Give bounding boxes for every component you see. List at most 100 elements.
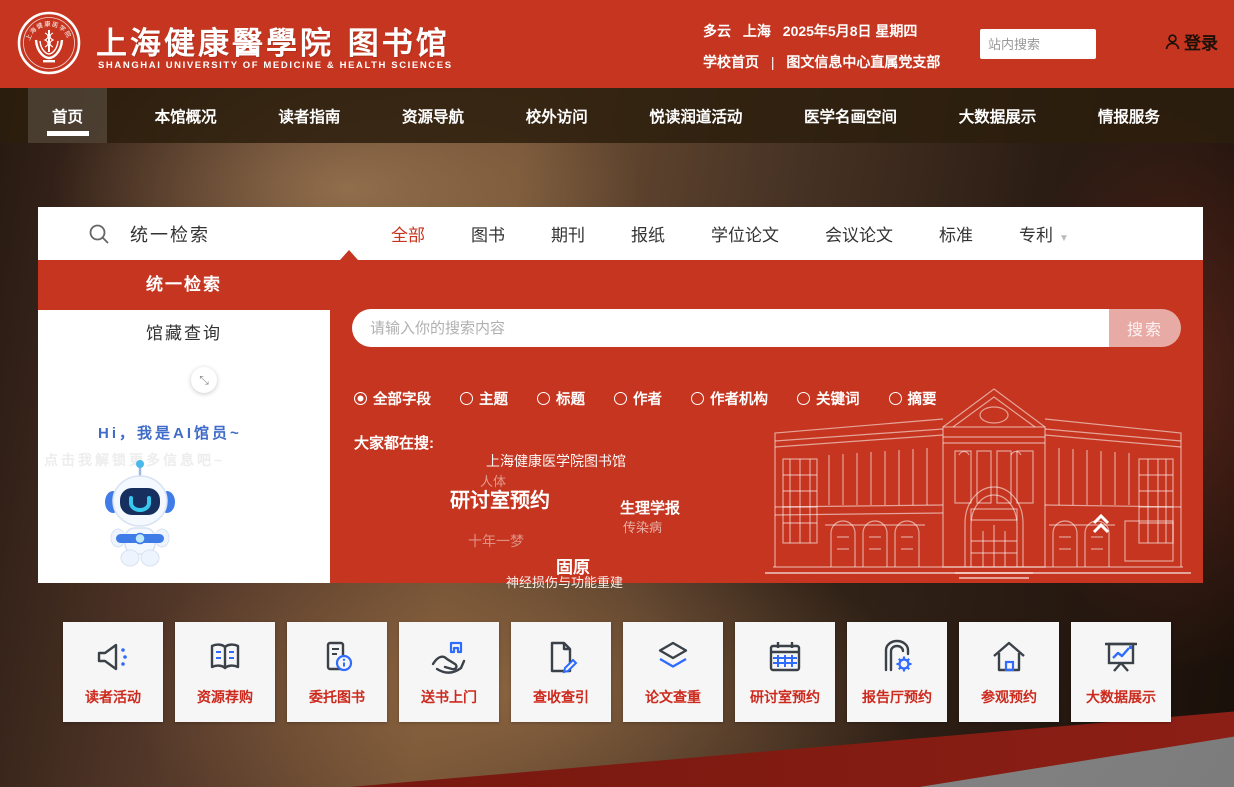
sidebar-item-catalog-search[interactable]: 馆藏查询 — [38, 310, 330, 358]
nav-label: 大数据展示 — [959, 105, 1037, 127]
quick-link-label: 资源荐购 — [197, 687, 253, 707]
tab-conference-papers[interactable]: 会议论文 — [802, 221, 916, 246]
nav-item-medical-art-space[interactable]: 医学名画空间 — [790, 88, 911, 143]
search-tab-bar: 统一检索 全部 图书 期刊 报纸 学位论文 会议论文 标准 专利 ▼ — [38, 207, 1203, 260]
quick-link-big-data-display[interactable]: 大数据展示 — [1071, 622, 1171, 722]
site-subtitle: SHANGHAI UNIVERSITY OF MEDICINE & HEALTH… — [98, 60, 453, 71]
active-tab-caret — [340, 250, 358, 260]
search-input-row: 搜索 — [352, 309, 1181, 347]
nav-item-reading-activities[interactable]: 悦读润道活动 — [635, 88, 756, 143]
quick-link-book-delegation[interactable]: 委托图书 — [287, 622, 387, 722]
tab-all[interactable]: 全部 — [368, 221, 448, 246]
nav-item-resources[interactable]: 资源导航 — [388, 88, 478, 143]
doc-type-tabs: 全部 图书 期刊 报纸 学位论文 会议论文 标准 专利 ▼ — [368, 221, 1092, 246]
scope-title[interactable]: 标题 — [537, 388, 585, 409]
tab-label: 专利 — [1019, 226, 1053, 245]
main-navigation: 首页 本馆概况 读者指南 资源导航 校外访问 悦读润道活动 医学名画空间 大数据… — [0, 88, 1234, 143]
hot-word[interactable]: 生理学报 — [620, 497, 680, 518]
nav-item-offcampus-access[interactable]: 校外访问 — [512, 88, 602, 143]
quick-link-resource-recommendation[interactable]: 资源荐购 — [175, 622, 275, 722]
quick-link-lecture-hall-booking[interactable]: 报告厅预约 — [847, 622, 947, 722]
scope-author-org[interactable]: 作者机构 — [691, 388, 768, 409]
quick-links-row: 读者活动 资源荐购 委托图书 — [0, 622, 1234, 722]
search-icon — [88, 223, 110, 245]
tab-books[interactable]: 图书 — [448, 221, 528, 246]
quick-link-label: 查收查引 — [533, 687, 589, 707]
scroll-up-chevrons-icon[interactable] — [1091, 513, 1111, 535]
nav-label: 读者指南 — [278, 105, 340, 127]
nav-label: 校外访问 — [526, 105, 588, 127]
sidebar-lower: 馆藏查询 ⤡ Hi，我是AI馆员~ 点击我解锁更多信息吧~ — [38, 310, 330, 583]
search-sidebar: 统一检索 馆藏查询 ⤡ Hi，我是AI馆员~ 点击我解锁更多信息吧~ — [38, 260, 330, 583]
radio-icon — [691, 392, 704, 405]
hot-word[interactable]: 传染病 — [623, 517, 662, 536]
tab-journals[interactable]: 期刊 — [528, 221, 608, 246]
header-links: 学校首页 | 图文信息中心直属党支部 — [703, 52, 940, 72]
radio-icon — [537, 392, 550, 405]
quick-link-visit-booking[interactable]: 参观预约 — [959, 622, 1059, 722]
collapse-icon[interactable]: ⤡ — [191, 367, 217, 393]
nav-label: 首页 — [52, 105, 83, 127]
quick-link-label: 委托图书 — [309, 687, 365, 707]
nav-item-intelligence-service[interactable]: 情报服务 — [1084, 88, 1174, 143]
tab-label: 标准 — [939, 226, 973, 245]
quick-link-label: 送书上门 — [421, 687, 477, 707]
quick-link-reader-activities[interactable]: 读者活动 — [63, 622, 163, 722]
sidebar-item-unified-search[interactable]: 统一检索 — [38, 260, 330, 310]
login-button[interactable]: 登录 — [1165, 29, 1218, 54]
hot-word[interactable]: 神经损伤与功能重建 — [506, 572, 623, 591]
hot-word[interactable]: 研讨室预约 — [450, 484, 550, 513]
login-label: 登录 — [1184, 29, 1218, 54]
nav-item-about[interactable]: 本馆概况 — [141, 88, 231, 143]
scope-all-fields[interactable]: 全部字段 — [354, 388, 431, 409]
nav-item-big-data[interactable]: 大数据展示 — [945, 88, 1051, 143]
quick-link-label: 报告厅预约 — [862, 687, 932, 707]
unified-search-label: 统一检索 — [130, 221, 210, 247]
building-gear-icon — [875, 635, 919, 679]
weather-city: 上海 — [743, 23, 771, 39]
hot-search-label: 大家都在搜: — [354, 432, 434, 453]
ai-robot-mascot[interactable] — [80, 458, 200, 576]
chevron-down-icon: ▼ — [1059, 233, 1069, 244]
scope-subject[interactable]: 主题 — [460, 388, 508, 409]
radio-icon — [460, 392, 473, 405]
tab-label: 报纸 — [631, 226, 665, 245]
megaphone-icon — [91, 635, 135, 679]
tab-theses[interactable]: 学位论文 — [688, 221, 802, 246]
calendar-icon — [763, 635, 807, 679]
party-branch-link[interactable]: 图文信息中心直属党支部 — [786, 54, 940, 70]
quick-link-book-home-delivery[interactable]: 送书上门 — [399, 622, 499, 722]
quick-link-label: 读者活动 — [85, 687, 141, 707]
nav-label: 本馆概况 — [155, 105, 217, 127]
main-search-input[interactable] — [352, 309, 1109, 347]
document-edit-icon — [539, 635, 583, 679]
weather-info: 多云 上海 2025年5月8日 星期四 — [703, 21, 925, 41]
quick-link-label: 研讨室预约 — [750, 687, 820, 707]
site-search-input[interactable] — [980, 29, 1096, 59]
radio-icon — [614, 392, 627, 405]
site-title: 上海健康醫學院 图书馆 — [96, 18, 450, 63]
hot-word[interactable]: 十年一梦 — [468, 531, 524, 551]
nav-item-home[interactable]: 首页 — [28, 88, 107, 143]
school-home-link[interactable]: 学校首页 — [703, 54, 759, 70]
scope-author[interactable]: 作者 — [614, 388, 662, 409]
quick-link-citation-check[interactable]: 查收查引 — [511, 622, 611, 722]
tab-label: 全部 — [391, 226, 425, 245]
tab-standards[interactable]: 标准 — [916, 221, 996, 246]
search-button[interactable]: 搜索 — [1109, 309, 1181, 347]
radio-selected-icon — [354, 392, 367, 405]
tab-label: 图书 — [471, 226, 505, 245]
presentation-chart-icon — [1099, 635, 1143, 679]
hot-word[interactable]: 上海健康医学院图书馆 — [486, 451, 626, 471]
tab-patents[interactable]: 专利 ▼ — [996, 221, 1092, 246]
quick-link-plagiarism-check[interactable]: 论文查重 — [623, 622, 723, 722]
quick-link-seminar-room-booking[interactable]: 研讨室预约 — [735, 622, 835, 722]
scope-label: 主题 — [479, 388, 508, 409]
tab-label: 会议论文 — [825, 226, 893, 245]
tab-newspapers[interactable]: 报纸 — [608, 221, 688, 246]
nav-item-reader-guide[interactable]: 读者指南 — [264, 88, 354, 143]
header: 上海健康医学院 上海健康醫學院 图书馆 SHANGHAI UNIVERSITY … — [0, 0, 1234, 88]
nav-label: 医学名画空间 — [804, 105, 897, 127]
quick-link-label: 论文查重 — [645, 687, 701, 707]
scope-label: 标题 — [556, 388, 585, 409]
